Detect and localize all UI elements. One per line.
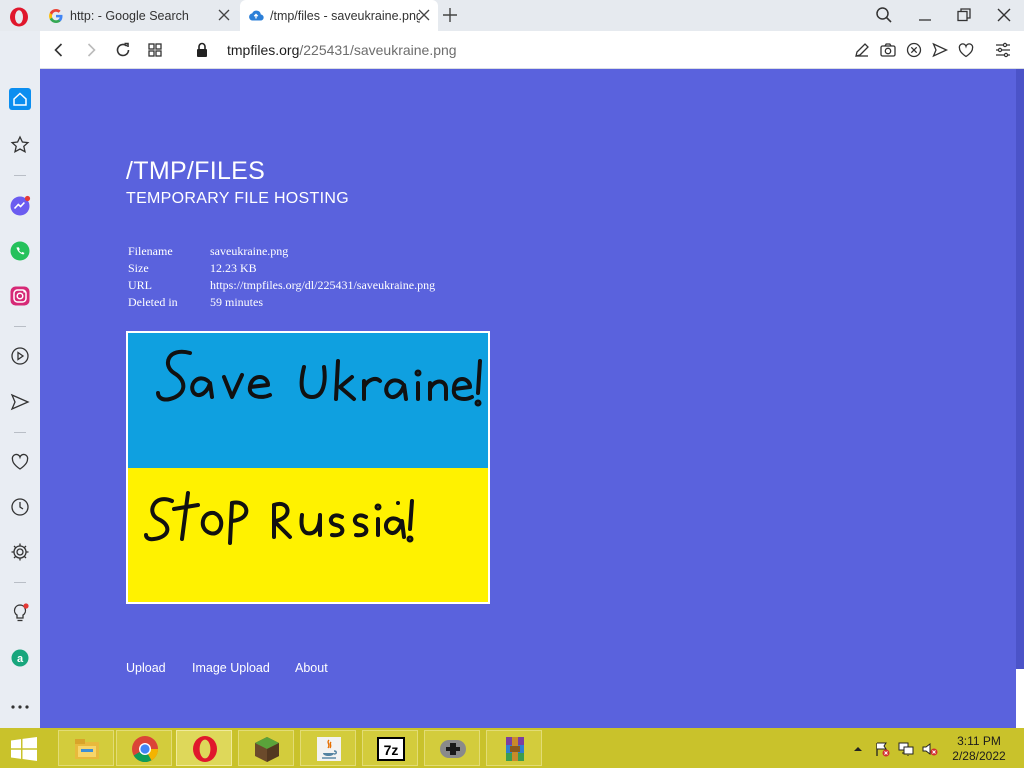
home-icon[interactable]: [9, 88, 31, 110]
restore-icon[interactable]: [955, 6, 973, 24]
clock-date: 2/28/2022: [952, 749, 1006, 763]
minecraft-icon: [255, 737, 279, 762]
send-icon[interactable]: [931, 41, 949, 59]
image-preview[interactable]: [126, 331, 490, 604]
url-path: /225431/saveukraine.png: [299, 42, 457, 58]
taskbar-minecraft[interactable]: [238, 730, 294, 766]
scrollbar-thumb[interactable]: [1016, 69, 1024, 669]
svg-text:7z: 7z: [384, 742, 399, 758]
footer-link-image-upload[interactable]: Image Upload: [192, 661, 270, 675]
tab-strip: http: - Google Search /tmp/files - saveu…: [0, 0, 1024, 31]
snap-share-icon[interactable]: [853, 41, 871, 59]
url-host: tmpfiles.org: [227, 42, 300, 58]
7zip-icon: 7z: [377, 737, 405, 761]
file-info-label: URL: [128, 278, 152, 292]
show-hidden-icons-icon[interactable]: [850, 741, 866, 757]
close-tab-icon[interactable]: [418, 9, 430, 21]
search-tabs-icon[interactable]: [875, 6, 893, 24]
taskbar-java[interactable]: [300, 730, 356, 766]
taskbar-7zip[interactable]: 7z: [362, 730, 418, 766]
file-info-table: Filename saveukraine.png Size 12.23 KB U…: [126, 243, 437, 311]
flow-icon[interactable]: [9, 391, 31, 413]
tab-title: http: - Google Search: [70, 8, 189, 23]
taskbar-file-explorer[interactable]: [58, 730, 114, 766]
easy-setup-icon[interactable]: [994, 41, 1012, 59]
speed-dial-icon[interactable]: [146, 41, 164, 59]
close-tab-icon[interactable]: [218, 9, 230, 21]
file-info-label: Filename: [128, 244, 173, 258]
clock-time: 3:11 PM: [957, 734, 1001, 748]
footer-link-upload[interactable]: Upload: [126, 661, 166, 675]
site-subtitle: TEMPORARY FILE HOSTING: [126, 190, 349, 207]
winrar-icon: [506, 737, 524, 761]
file-info-label: Size: [128, 261, 149, 275]
opera-logo-icon[interactable]: [9, 7, 29, 27]
sidebar-divider: [14, 582, 26, 583]
taskbar-opera[interactable]: [176, 730, 232, 766]
tab-tmp-files[interactable]: /tmp/files - saveukraine.png: [240, 0, 438, 31]
file-info-row: Filename saveukraine.png: [126, 243, 437, 260]
taskbar-winrar[interactable]: [486, 730, 542, 766]
taskbar-gamepad[interactable]: [424, 730, 480, 766]
cloud-upload-icon: [249, 10, 264, 21]
file-info-row: Size 12.23 KB: [126, 260, 437, 277]
whatsapp-icon[interactable]: [9, 240, 31, 262]
file-info-value: 59 minutes: [210, 295, 263, 309]
footer-link-about[interactable]: About: [295, 661, 328, 675]
file-info-value: saveukraine.png: [210, 244, 289, 258]
forward-icon[interactable]: [82, 41, 100, 59]
svg-text:a: a: [17, 653, 24, 665]
file-info-row: Deleted in 59 minutes: [126, 294, 437, 311]
google-icon: [49, 8, 63, 23]
file-url-value[interactable]: https://tmpfiles.org/dl/225431/saveukrai…: [208, 277, 437, 294]
reload-icon[interactable]: [114, 41, 132, 59]
opera-icon: [193, 736, 217, 762]
more-options-icon[interactable]: [9, 696, 31, 718]
address-bar: tmpfiles.org/225431/saveukraine.png: [40, 31, 1024, 69]
chrome-icon: [132, 736, 159, 763]
file-info-row: URL https://tmpfiles.org/dl/225431/saveu…: [126, 277, 437, 294]
gamepad-icon: [440, 740, 466, 758]
tab-title: /tmp/files - saveukraine.png: [270, 8, 420, 23]
messenger-icon[interactable]: [9, 195, 31, 217]
taskbar-clock[interactable]: 3:11 PM 2/28/2022: [946, 734, 1012, 764]
file-explorer-icon: [75, 739, 99, 759]
taskbar-chrome[interactable]: [116, 730, 172, 766]
new-tab-icon[interactable]: [442, 7, 458, 23]
sidebar-divider: [14, 175, 26, 176]
back-icon[interactable]: [50, 41, 68, 59]
minimize-icon[interactable]: [916, 6, 934, 24]
windows-start-icon[interactable]: [10, 737, 38, 761]
url-field[interactable]: tmpfiles.org/225431/saveukraine.png: [227, 42, 457, 58]
heart-icon[interactable]: [957, 41, 975, 59]
instagram-icon[interactable]: [9, 285, 31, 307]
player-icon[interactable]: [9, 345, 31, 367]
file-info-label: Deleted in: [128, 295, 178, 309]
java-icon: [317, 737, 341, 761]
opera-sidebar: a: [0, 69, 40, 728]
sidebar-divider: [14, 326, 26, 327]
heart-icon[interactable]: [9, 451, 31, 473]
camera-icon[interactable]: [879, 41, 897, 59]
settings-icon[interactable]: [9, 541, 31, 563]
handwritten-text: [144, 349, 482, 545]
sidebar-divider: [14, 432, 26, 433]
aria-icon[interactable]: a: [9, 647, 31, 669]
windows-taskbar: 7z: [0, 728, 1024, 768]
bookmarks-icon[interactable]: [9, 134, 31, 156]
network-icon[interactable]: [898, 741, 914, 757]
site-title: /TMP/FILES: [126, 157, 266, 185]
tips-lightbulb-icon[interactable]: [9, 602, 31, 624]
file-info-value: 12.23 KB: [210, 261, 257, 275]
volume-muted-icon[interactable]: [922, 741, 938, 757]
lock-icon[interactable]: [193, 41, 211, 59]
tab-google-search[interactable]: http: - Google Search: [40, 0, 238, 31]
ad-block-icon[interactable]: [905, 41, 923, 59]
history-icon[interactable]: [9, 496, 31, 518]
close-window-icon[interactable]: [995, 6, 1013, 24]
web-page: /TMP/FILES TEMPORARY FILE HOSTING Filena…: [40, 69, 1016, 728]
action-center-flag-icon[interactable]: [874, 741, 890, 757]
